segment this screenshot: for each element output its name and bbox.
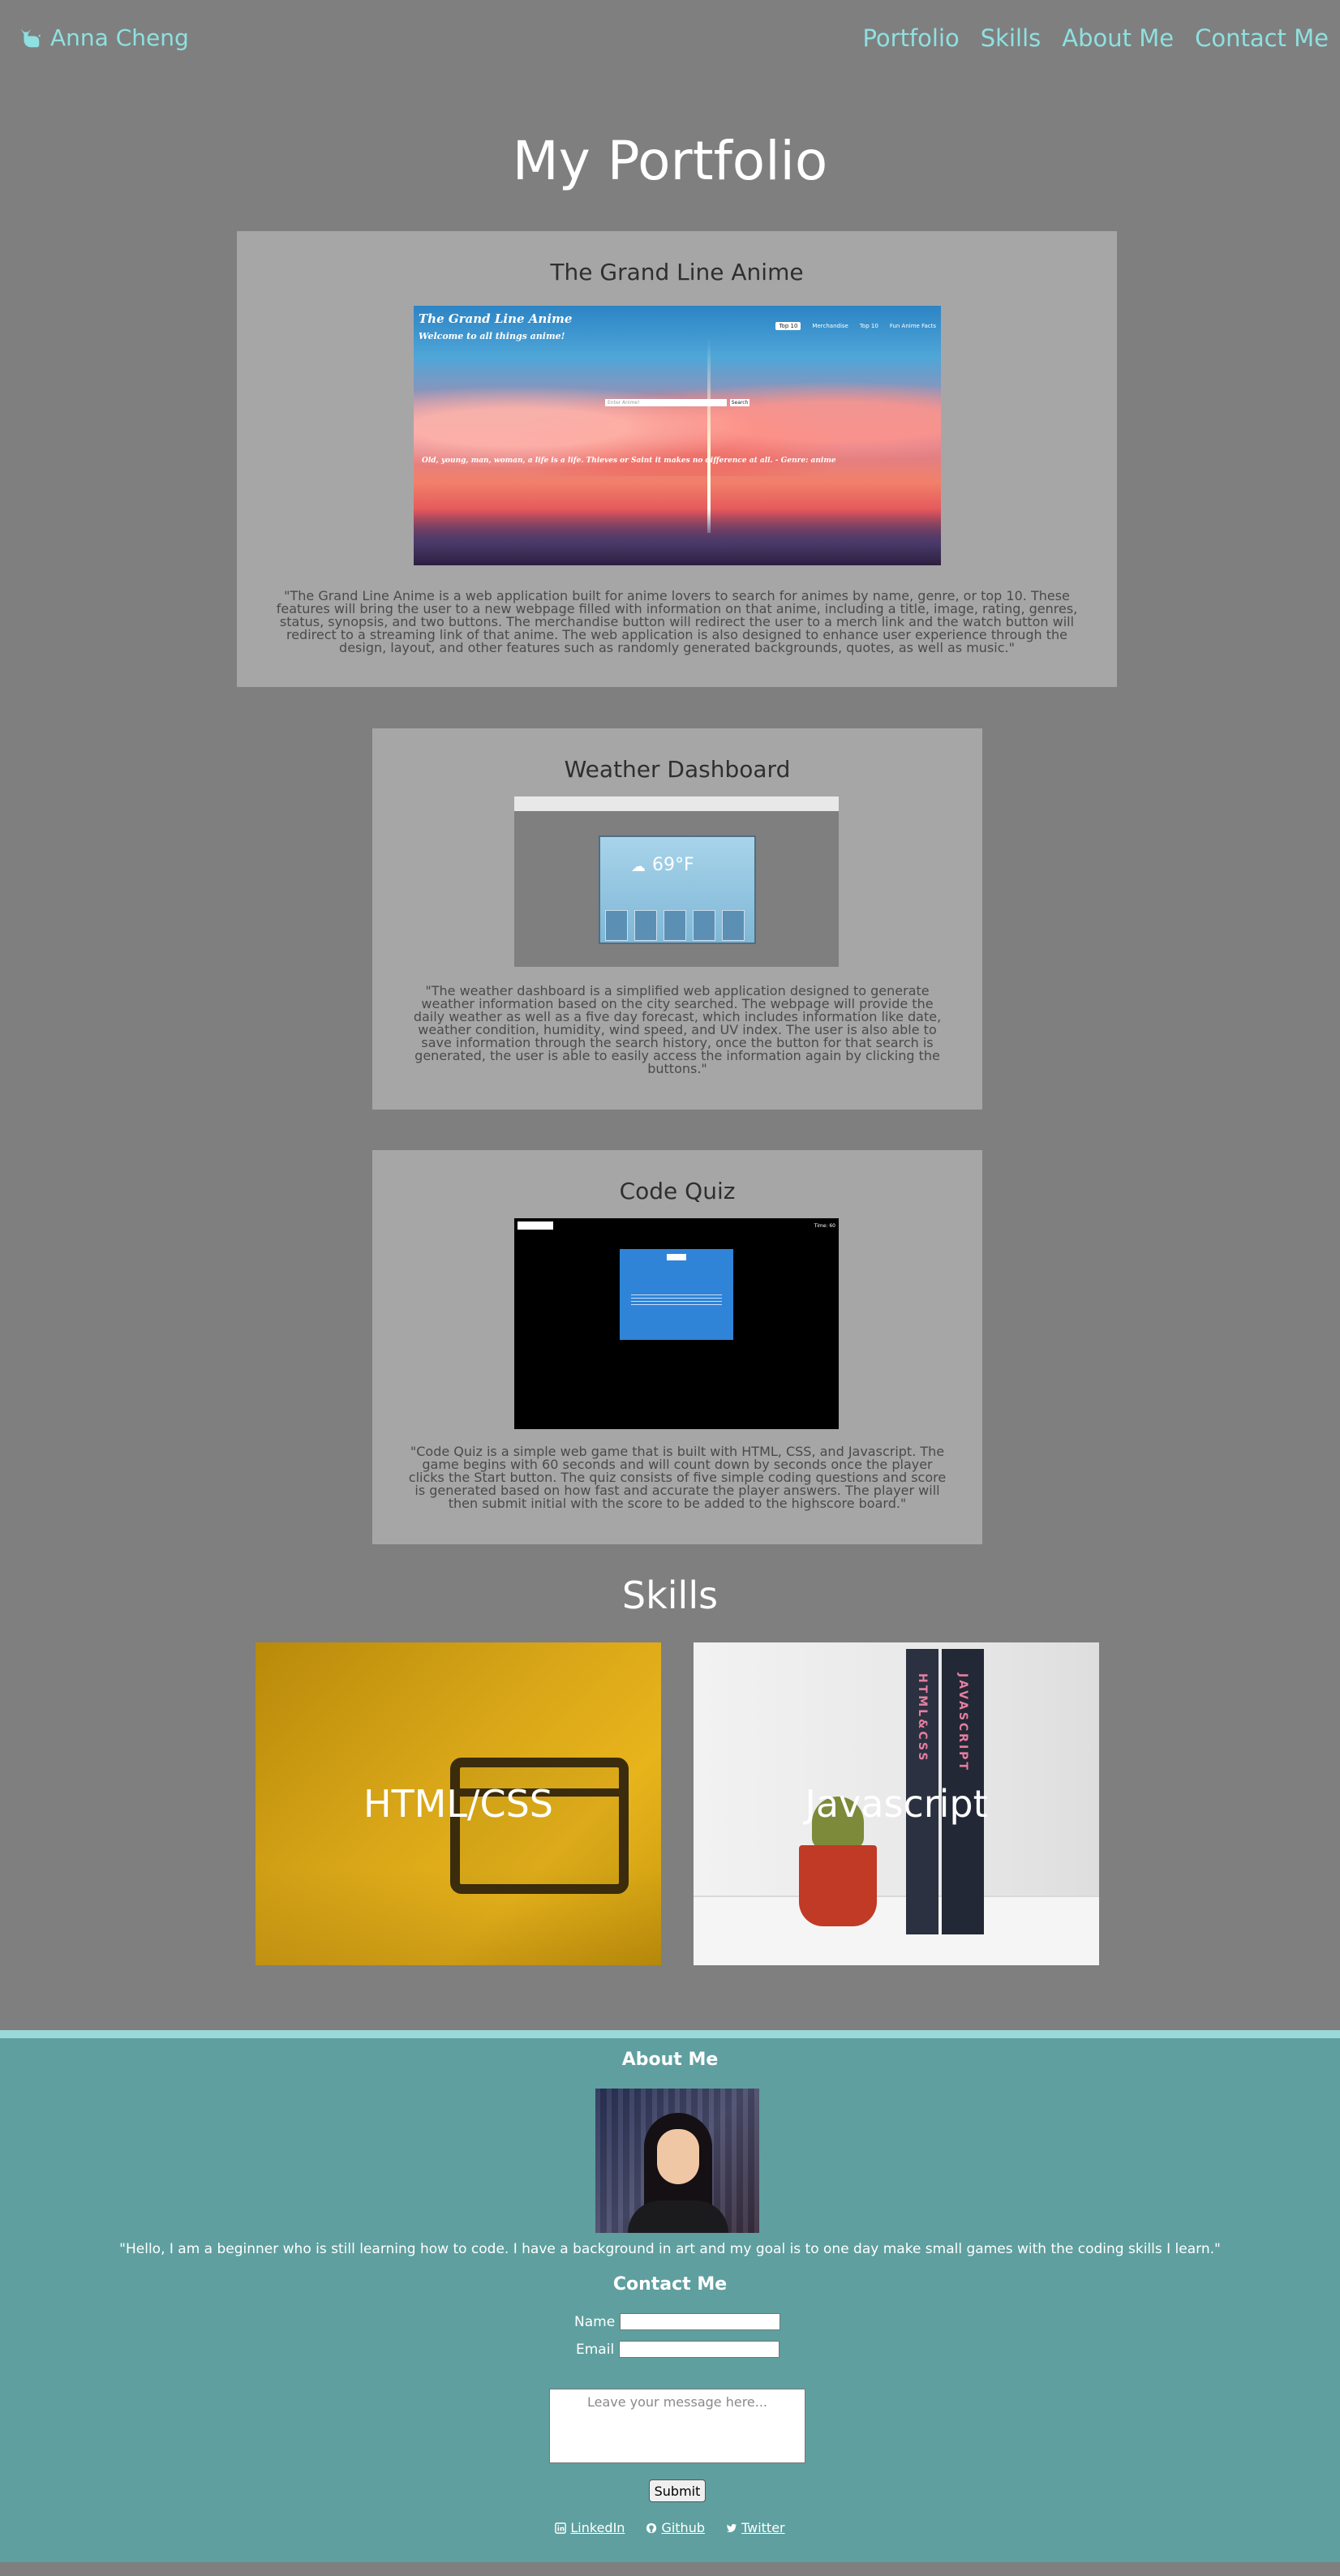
cloud-icon: ☁ (631, 858, 646, 875)
skills-title: Skills (621, 1574, 719, 1617)
message-field[interactable] (549, 2389, 805, 2463)
project-description: "Code Quiz is a simple web game that is … (408, 1444, 947, 1511)
brand-link[interactable]: Anna Cheng (18, 24, 189, 51)
linkedin-label: LinkedIn (570, 2520, 625, 2535)
forecast-day (664, 910, 686, 941)
nav-link-skills[interactable]: Skills (981, 24, 1041, 52)
project-card-weather-dashboard: Weather Dashboard ☁ 69°F "The weather da… (372, 728, 982, 1110)
project-card-code-quiz: Code Quiz Time: 60 "Code Quiz is a simpl… (372, 1150, 982, 1544)
linkedin-link[interactable]: LinkedIn (555, 2520, 625, 2535)
project-title: The Grand Line Anime (550, 259, 804, 286)
screenshot-nav-item: Top 10 (859, 323, 878, 329)
screenshot-title: The Grand Line Anime (419, 311, 573, 326)
github-label: Github (661, 2520, 705, 2535)
avatar-shirt (628, 2200, 728, 2233)
plant-pot (799, 1845, 877, 1926)
project-screenshot[interactable]: The Grand Line Anime Welcome to all thin… (414, 306, 941, 565)
project-description: "The Grand Line Anime is a web applicati… (276, 588, 1078, 655)
email-field[interactable] (619, 2341, 780, 2358)
github-link[interactable]: Github (646, 2520, 705, 2535)
screenshot-nav-item: Fun Anime Facts (889, 323, 936, 329)
ground-shade (414, 509, 941, 565)
twitter-icon (726, 2523, 737, 2532)
forecast-day (634, 910, 657, 941)
submit-button[interactable]: Submit (649, 2479, 706, 2502)
name-row: Name (574, 2313, 781, 2330)
quiz-box (620, 1249, 733, 1340)
browser-window-icon (450, 1758, 629, 1894)
nav-link-contact-me[interactable]: Contact Me (1195, 24, 1329, 52)
skill-label: HTML/CSS (363, 1782, 554, 1826)
nav-link-portfolio[interactable]: Portfolio (862, 24, 959, 52)
nav-menu: Portfolio Skills About Me Contact Me (862, 24, 1329, 52)
project-screenshot[interactable]: Time: 60 (514, 1218, 839, 1429)
screenshot-nav-item: Top 10 (775, 322, 801, 330)
forecast-day (693, 910, 715, 941)
skill-card-javascript: HTML&CSS JAVASCRIPT Javascript (694, 1642, 1099, 1965)
project-title: Code Quiz (619, 1178, 736, 1204)
screenshot-header (514, 796, 839, 811)
email-label: Email (576, 2341, 615, 2358)
weather-temp: 69°F (652, 855, 694, 875)
twitter-link[interactable]: Twitter (726, 2520, 785, 2535)
about-bio: "Hello, I am a beginner who is still lea… (119, 2241, 1221, 2257)
screenshot-timer: Time: 60 (814, 1223, 835, 1229)
project-description: "The weather dashboard is a simplified w… (413, 983, 942, 1076)
weather-panel: ☁ 69°F (599, 835, 756, 944)
linkedin-icon (555, 2522, 567, 2534)
about-title: About Me (621, 2050, 719, 2070)
screenshot-nav: Top 10 Merchandise Top 10 Fun Anime Fact… (775, 322, 936, 330)
quiz-start-button (667, 1254, 686, 1260)
avatar-face (657, 2129, 699, 2184)
forecast-day (605, 910, 628, 941)
name-label: Name (574, 2313, 616, 2330)
navbar: Anna Cheng Portfolio Skills About Me Con… (0, 0, 1340, 81)
avatar (595, 2089, 759, 2233)
nav-link-about-me[interactable]: About Me (1062, 24, 1174, 52)
page-title: My Portfolio (512, 130, 828, 192)
project-title: Weather Dashboard (564, 756, 791, 783)
screenshot-heading: The Grand Line Anime Welcome to all thin… (419, 310, 572, 346)
screenshot-search-button: Search (730, 399, 749, 406)
screenshot-quote: Old, young, man, woman, a life is a life… (422, 457, 836, 465)
screenshot-highscore-button (518, 1221, 553, 1230)
name-field[interactable] (620, 2313, 781, 2330)
project-screenshot[interactable]: ☁ 69°F (514, 796, 839, 967)
email-row: Email (576, 2341, 780, 2358)
project-card-grand-line-anime: The Grand Line Anime The Grand Line Anim… (237, 231, 1117, 687)
cat-icon (20, 28, 41, 47)
brand-name: Anna Cheng (50, 24, 189, 51)
footer: About Me "Hello, I am a beginner who is … (0, 2038, 1340, 2562)
contact-title: Contact Me (612, 2274, 728, 2295)
book-title: HTML&CSS (916, 1673, 929, 1763)
social-links: LinkedIn Github Twitter (0, 2520, 1340, 2535)
twitter-label: Twitter (741, 2520, 785, 2535)
skill-label: Javascript (805, 1782, 988, 1826)
book-title: JAVASCRIPT (956, 1673, 969, 1772)
screenshot-search-input: Enter Anime! (605, 399, 727, 406)
forecast-day (722, 910, 745, 941)
github-icon (646, 2522, 657, 2533)
screenshot-nav-item: Merchandise (812, 323, 848, 329)
light-beam (707, 338, 711, 533)
skill-card-html-css: HTML/CSS (256, 1642, 661, 1965)
quiz-intro-text (631, 1294, 722, 1306)
shelf (694, 1896, 1099, 1965)
screenshot-subtitle: Welcome to all things anime! (419, 331, 565, 341)
footer-divider (0, 2030, 1340, 2038)
